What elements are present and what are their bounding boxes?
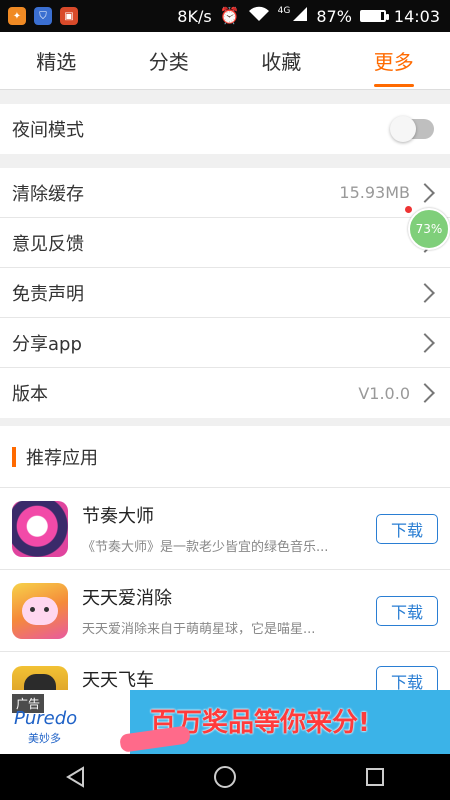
alarm-icon: ⏰ (219, 6, 240, 25)
status-bar: ✦ ⛉ ▣ 8K/s ⏰ 4G 87% 14:03 (0, 0, 450, 32)
chevron-right-icon (415, 182, 435, 203)
floating-memory-widget[interactable]: 73% (408, 208, 450, 250)
ad-brand-cn: 美妙多 (28, 732, 61, 745)
tab-categories[interactable]: 分类 (113, 32, 226, 89)
back-icon[interactable] (63, 765, 87, 789)
recommend-header: 推荐应用 (0, 426, 450, 488)
home-icon[interactable] (213, 765, 237, 789)
version-label: 版本 (12, 384, 48, 405)
toggle-knob (390, 116, 416, 142)
notification-shield-icon: ⛉ (34, 7, 52, 25)
download-button[interactable]: 下载 (376, 513, 438, 544)
app-description: 天天爱消除来自于萌萌星球，它是喵星... (82, 622, 316, 637)
clock: 14:03 (393, 6, 440, 26)
rhythm-master-app-icon (12, 500, 68, 557)
night-mode-row: 夜间模式 (0, 104, 450, 154)
notification-app-icon: ✦ (8, 7, 26, 25)
version-row[interactable]: 版本 V1.0.0 (0, 368, 450, 418)
network-speed: 8K/s (177, 6, 212, 26)
chevron-right-icon (415, 383, 435, 403)
section-accent-bar (12, 446, 16, 467)
recommend-title: 推荐应用 (26, 447, 98, 469)
notification-gift-icon: ▣ (60, 7, 78, 25)
disclaimer-label: 免责声明 (12, 283, 84, 305)
wifi-icon (248, 6, 270, 26)
recent-apps-icon[interactable] (363, 765, 387, 789)
happy-elimination-app-icon (12, 582, 68, 639)
chevron-right-icon (415, 332, 435, 353)
share-row[interactable]: 分享app (0, 318, 450, 368)
feedback-row[interactable]: 意见反馈 (0, 218, 450, 268)
tab-featured[interactable]: 精选 (0, 32, 113, 89)
app-item[interactable]: 节奏大师 《节奏大师》是一款老少皆宜的绿色音乐... 下载 (0, 488, 450, 570)
ad-banner[interactable]: 广告 Puredo 美妙多 百万奖品等你来分! (0, 690, 450, 754)
app-name: 天天爱消除 (82, 588, 172, 609)
share-label: 分享app (12, 333, 82, 355)
clear-cache-row[interactable]: 清除缓存 15.93MB (0, 168, 450, 218)
tab-favorites[interactable]: 收藏 (225, 32, 338, 89)
system-nav-bar (0, 754, 450, 800)
cache-size: 15.93MB (339, 183, 410, 202)
download-button[interactable]: 下载 (376, 595, 438, 626)
app-name: 节奏大师 (82, 506, 154, 527)
battery-percent: 87% (316, 6, 352, 26)
app-item[interactable]: 天天爱消除 天天爱消除来自于萌萌星球，它是喵星... 下载 (0, 570, 450, 652)
night-mode-card: 夜间模式 (0, 104, 450, 154)
settings-list: 清除缓存 15.93MB 意见反馈 免责声明 分享app 版本 V1.0.0 (0, 168, 450, 418)
recommend-section: 推荐应用 节奏大师 《节奏大师》是一款老少皆宜的绿色音乐... 下载 天天爱消除… (0, 426, 450, 734)
signal-type: 4G (277, 6, 291, 16)
feedback-label: 意见反馈 (12, 233, 84, 255)
app-name: 天天飞车 (82, 670, 154, 691)
battery-icon (359, 10, 389, 22)
night-mode-toggle[interactable] (390, 116, 434, 142)
night-mode-label: 夜间模式 (12, 120, 84, 141)
chevron-right-icon (415, 282, 435, 303)
ad-brand: Puredo (14, 708, 78, 729)
app-description: 《节奏大师》是一款老少皆宜的绿色音乐... (82, 540, 329, 555)
clear-cache-label: 清除缓存 (12, 183, 84, 205)
disclaimer-row[interactable]: 免责声明 (0, 268, 450, 318)
notification-dot (405, 206, 412, 213)
battery-fill (361, 12, 382, 20)
signal-icon (292, 6, 308, 26)
top-tabs: 精选 分类 收藏 更多 (0, 32, 450, 90)
tab-more[interactable]: 更多 (338, 32, 450, 89)
version-value: V1.0.0 (358, 383, 410, 403)
